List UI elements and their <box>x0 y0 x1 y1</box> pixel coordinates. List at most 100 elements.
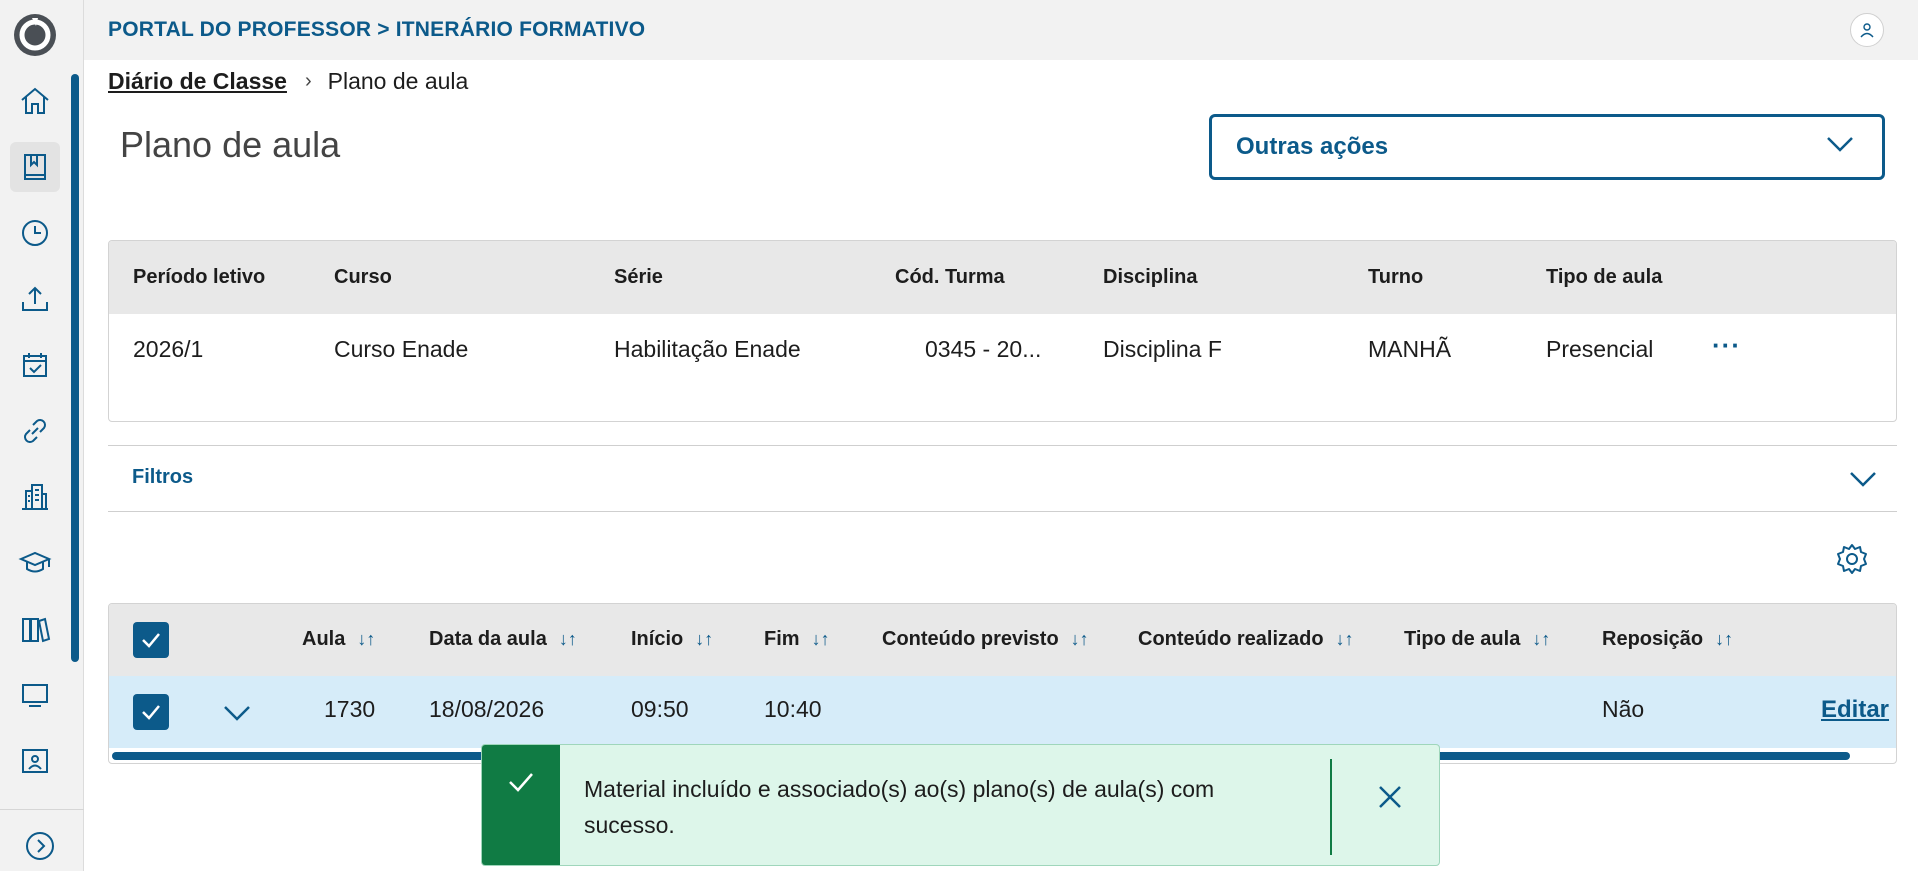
sort-icon: ↓↑ <box>811 629 830 649</box>
sidebar-item-book[interactable] <box>10 142 60 192</box>
edit-link[interactable]: Editar <box>1821 696 1889 724</box>
sort-icon: ↓↑ <box>1532 629 1551 649</box>
sidebar-item-link[interactable] <box>10 406 60 456</box>
user-menu-button[interactable] <box>1850 13 1884 47</box>
sort-icon: ↓↑ <box>1070 629 1089 649</box>
class-info-table: Período letivo Curso Série Cód. Turma Di… <box>108 240 1897 422</box>
column-data-label: Data da aula <box>429 628 547 650</box>
column-aula-label: Aula <box>302 628 346 650</box>
toast-divider <box>1330 759 1332 855</box>
other-actions-dropdown[interactable]: Outras ações <box>1209 114 1885 180</box>
sidebar-item-graduation[interactable] <box>10 538 60 588</box>
expand-sidebar-icon[interactable] <box>25 831 55 861</box>
column-reposicao[interactable]: Reposição ↓↑ <box>1602 628 1733 651</box>
column-fim[interactable]: Fim ↓↑ <box>764 628 830 651</box>
classroom-icon <box>22 749 48 773</box>
top-bar: PORTAL DO PROFESSOR > ITNERÁRIO FORMATIV… <box>84 0 1918 60</box>
column-tipo-de-aula[interactable]: Tipo de aula ↓↑ <box>1404 628 1550 651</box>
row-checkbox[interactable] <box>133 694 169 730</box>
toast-message: Material incluído e associado(s) ao(s) p… <box>584 776 1215 838</box>
sidebar-item-upload[interactable] <box>10 274 60 324</box>
sidebar-item-classroom[interactable] <box>10 736 60 786</box>
chevron-right-icon: › <box>304 70 312 92</box>
sort-icon: ↓↑ <box>357 629 376 649</box>
graduation-cap-icon <box>18 551 52 573</box>
class-info-header: Período letivo Curso Série Cód. Turma Di… <box>109 241 1896 314</box>
column-realizado-label: Conteúdo realizado <box>1138 628 1324 650</box>
checkmark-icon <box>142 633 160 648</box>
cell-data: 18/08/2026 <box>429 696 545 722</box>
monitor-icon <box>22 684 48 707</box>
success-check-icon <box>509 773 533 792</box>
chevron-down-icon[interactable] <box>1849 470 1877 488</box>
value-turno: MANHÃ <box>1368 336 1452 362</box>
filters-panel[interactable]: Filtros <box>108 445 1897 512</box>
select-all-checkbox[interactable] <box>133 622 169 658</box>
column-inicio[interactable]: Início ↓↑ <box>631 628 713 651</box>
value-periodo-letivo: 2026/1 <box>133 336 204 362</box>
breadcrumb-current: Plano de aula <box>327 68 469 94</box>
column-aula[interactable]: Aula ↓↑ <box>302 628 375 651</box>
sidebar-item-building[interactable] <box>10 472 60 522</box>
value-curso: Curso Enade <box>334 336 469 362</box>
portal-title: PORTAL DO PROFESSOR > ITNERÁRIO FORMATIV… <box>108 18 646 41</box>
column-reposicao-label: Reposição <box>1602 628 1704 650</box>
value-serie: Habilitação Enade <box>614 336 801 362</box>
calendar-check-icon <box>23 353 47 377</box>
cell-fim: 10:40 <box>764 696 822 722</box>
link-icon <box>24 419 46 443</box>
cell-reposicao: Não <box>1602 696 1645 722</box>
header-curso: Curso <box>334 266 392 288</box>
app-logo-icon <box>14 14 56 56</box>
checkmark-icon <box>142 705 160 720</box>
expand-row-chevron-icon[interactable] <box>223 704 251 722</box>
user-icon <box>1860 23 1874 38</box>
column-conteudo-realizado[interactable]: Conteúdo realizado ↓↑ <box>1138 628 1354 651</box>
clock-icon <box>22 220 48 246</box>
cell-aula: 1730 <box>324 696 376 722</box>
column-fim-label: Fim <box>764 628 800 650</box>
filters-label: Filtros <box>132 466 194 488</box>
column-data-da-aula[interactable]: Data da aula ↓↑ <box>429 628 577 651</box>
header-periodo-letivo: Período letivo <box>133 266 266 288</box>
sidebar-item-library[interactable] <box>10 604 60 654</box>
gear-icon[interactable] <box>1835 542 1869 576</box>
sort-icon: ↓↑ <box>558 629 577 649</box>
chevron-down-icon <box>1827 137 1853 152</box>
lessons-table-header: Aula ↓↑ Data da aula ↓↑ Início ↓↑ Fim ↓↑ Con… <box>109 604 1896 676</box>
column-conteudo-previsto[interactable]: Conteúdo previsto ↓↑ <box>882 628 1089 651</box>
header-serie: Série <box>614 266 663 288</box>
book-icon <box>24 154 46 180</box>
upload-icon <box>22 286 48 311</box>
table-row[interactable]: 1730 18/08/2026 09:50 10:40 Não Editar <box>109 676 1896 748</box>
value-cod-turma: 0345 - 20... <box>925 336 1042 362</box>
class-info-row: 2026/1 Curso Enade Habilitação Enade 034… <box>109 314 1896 421</box>
sort-icon: ↓↑ <box>1335 629 1354 649</box>
sidebar-item-home[interactable] <box>10 76 60 126</box>
breadcrumb: Diário de Classe › Plano de aula <box>108 68 468 95</box>
sidebar-item-monitor[interactable] <box>10 670 60 720</box>
sidebar-divider <box>0 809 84 810</box>
column-inicio-label: Início <box>631 628 684 650</box>
sidebar-scrollbar[interactable] <box>71 74 79 662</box>
header-tipo-de-aula: Tipo de aula <box>1546 266 1663 288</box>
other-actions-label: Outras ações <box>1236 133 1389 160</box>
sort-icon: ↓↑ <box>1715 629 1734 649</box>
column-tipo-label: Tipo de aula <box>1404 628 1521 650</box>
building-icon <box>22 484 48 510</box>
sidebar-item-calendar[interactable] <box>10 340 60 390</box>
value-disciplina: Disciplina F <box>1103 336 1222 362</box>
header-cod-turma: Cód. Turma <box>895 266 1005 288</box>
toast-icon-panel <box>482 745 560 865</box>
sidebar <box>0 0 84 871</box>
lessons-table: Aula ↓↑ Data da aula ↓↑ Início ↓↑ Fim ↓↑ Con… <box>108 603 1897 764</box>
header-disciplina: Disciplina <box>1103 266 1198 288</box>
cell-inicio: 09:50 <box>631 696 689 722</box>
more-options-icon[interactable]: ··· <box>1712 330 1741 361</box>
sidebar-item-clock[interactable] <box>10 208 60 258</box>
header-turno: Turno <box>1368 266 1424 288</box>
close-icon[interactable] <box>1370 777 1410 817</box>
column-previsto-label: Conteúdo previsto <box>882 628 1059 650</box>
home-icon <box>21 87 49 114</box>
breadcrumb-link-diario[interactable]: Diário de Classe <box>108 68 287 95</box>
